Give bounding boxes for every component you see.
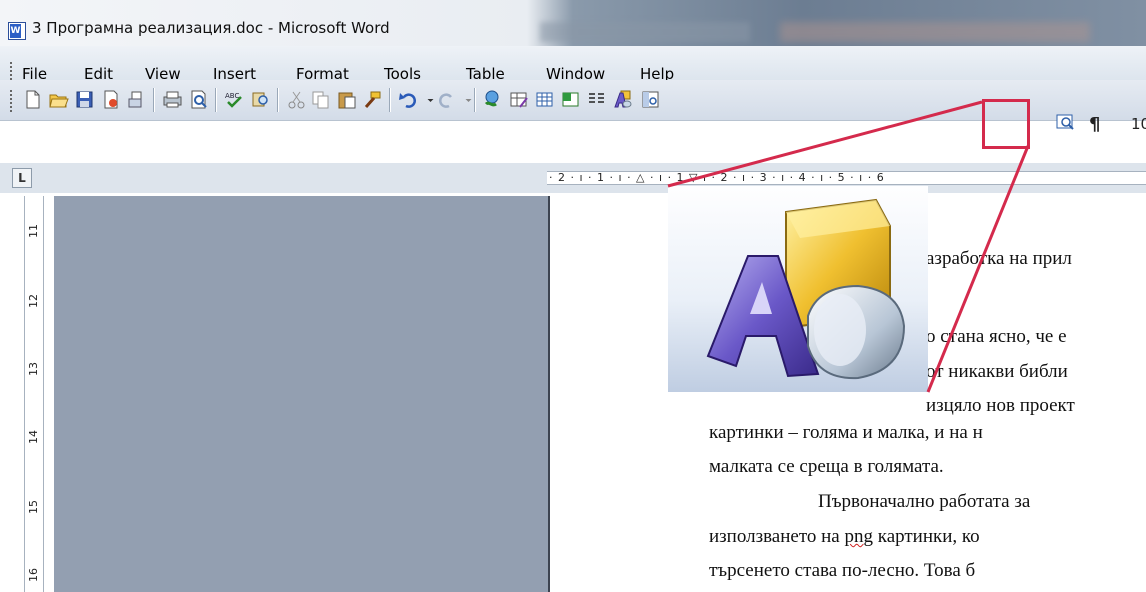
vruler-mark: 15 bbox=[27, 500, 40, 514]
vruler-mark: 14 bbox=[27, 430, 40, 444]
insert-excel-icon[interactable] bbox=[560, 89, 581, 110]
redo-icon[interactable] bbox=[436, 89, 457, 110]
redo-dropdown-icon[interactable] bbox=[458, 89, 472, 110]
doc-text-segment: картинки, ко bbox=[873, 526, 980, 547]
document-map-icon[interactable] bbox=[640, 89, 661, 110]
title-bar: W 3 Програмна реализация.doc - Microsoft… bbox=[0, 0, 1146, 46]
wordart-icon-zoomed bbox=[668, 186, 928, 392]
copy-icon[interactable] bbox=[310, 89, 331, 110]
horizontal-ruler[interactable]: · 2 · ı · 1 · ı · △ · ı · 1 ▽ ı · 2 · ı … bbox=[547, 171, 1146, 185]
vruler-mark: 13 bbox=[27, 362, 40, 376]
vruler-mark: 12 bbox=[27, 294, 40, 308]
insert-diagram-icon[interactable] bbox=[1054, 112, 1075, 133]
wordart-icon[interactable] bbox=[612, 89, 633, 110]
window-title: 3 Програмна реализация.doc - Microsoft W… bbox=[32, 19, 390, 37]
doc-line: о стана ясно, че е bbox=[926, 326, 1067, 347]
spelling-icon[interactable]: ABC bbox=[224, 89, 245, 110]
doc-text-segment: използването на bbox=[709, 526, 845, 547]
toolbar-separator bbox=[389, 88, 391, 112]
insert-table-icon[interactable] bbox=[534, 89, 555, 110]
svg-text:ABC: ABC bbox=[225, 92, 239, 100]
vruler-mark: 16 bbox=[27, 568, 40, 582]
format-painter-icon[interactable] bbox=[362, 89, 383, 110]
toolbar-separator bbox=[153, 88, 155, 112]
hyperlink-icon[interactable] bbox=[482, 89, 503, 110]
font-size-input[interactable]: 10 bbox=[1131, 115, 1146, 133]
toolbar-separator bbox=[215, 88, 217, 112]
permission-icon[interactable] bbox=[100, 89, 121, 110]
print-icon[interactable] bbox=[162, 89, 183, 110]
paste-icon[interactable] bbox=[336, 89, 357, 110]
doc-line: азработка на прил bbox=[926, 248, 1072, 269]
doc-line: търсенето става по-лесно. Това б bbox=[709, 560, 976, 581]
doc-line: използването на png картинки, ко bbox=[709, 526, 980, 548]
doc-line: малката се среща в голямата. bbox=[709, 456, 944, 477]
open-folder-icon[interactable] bbox=[48, 89, 69, 110]
toolbar-separator bbox=[474, 88, 476, 112]
print-preview-icon[interactable] bbox=[188, 89, 209, 110]
blurred-taskbar-region bbox=[780, 22, 1090, 42]
document-margin-area bbox=[54, 196, 548, 592]
doc-line: Първоначално работата за bbox=[818, 491, 1031, 512]
undo-icon[interactable] bbox=[398, 89, 419, 110]
columns-icon[interactable] bbox=[586, 89, 607, 110]
word-doc-icon[interactable]: W bbox=[8, 22, 26, 40]
toolbar-grip[interactable] bbox=[10, 90, 12, 112]
email-icon[interactable] bbox=[126, 89, 147, 110]
undo-dropdown-icon[interactable] bbox=[420, 89, 434, 110]
toolbar-highlight bbox=[982, 99, 1030, 149]
menu-bar: File Edit View Insert Format Tools Table… bbox=[0, 46, 1146, 83]
doc-line: изцяло нов проект bbox=[926, 395, 1075, 416]
toolbar-separator bbox=[277, 88, 279, 112]
ruler-scale: · 2 · ı · 1 · ı · △ · ı · 1 ▽ ı · 2 · ı … bbox=[549, 171, 885, 184]
save-icon[interactable] bbox=[74, 89, 95, 110]
tab-selector[interactable]: L bbox=[12, 168, 32, 188]
research-icon[interactable] bbox=[250, 89, 271, 110]
new-document-icon[interactable] bbox=[22, 89, 43, 110]
doc-line: картинки – голяма и малка, и на н bbox=[709, 422, 983, 443]
blurred-taskbar-region bbox=[540, 22, 750, 42]
show-hide-button[interactable]: ¶ bbox=[1089, 114, 1100, 135]
vruler-mark: 11 bbox=[27, 224, 40, 238]
menu-grip[interactable] bbox=[10, 62, 12, 82]
vertical-ruler[interactable]: 11 12 13 14 15 16 bbox=[24, 196, 44, 592]
cut-icon[interactable] bbox=[286, 89, 307, 110]
tables-borders-icon[interactable] bbox=[508, 89, 529, 110]
doc-line: от никакви библи bbox=[926, 361, 1068, 382]
misspelled-word[interactable]: png bbox=[845, 526, 874, 547]
